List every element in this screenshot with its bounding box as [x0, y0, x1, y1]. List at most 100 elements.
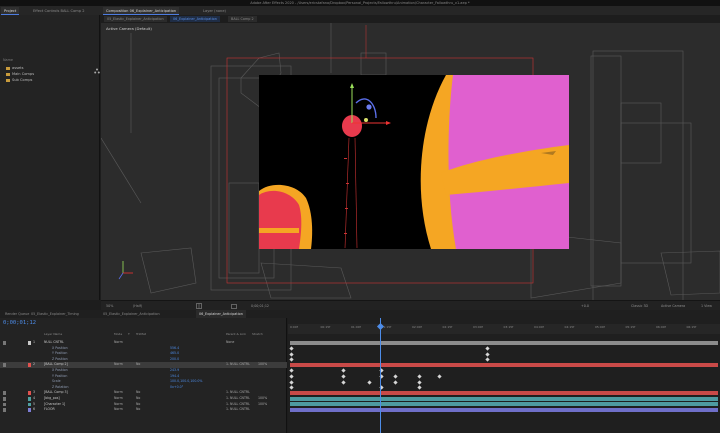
renderer-dropdown[interactable]: Classic 3D — [631, 303, 648, 309]
composition-viewer[interactable]: Active Camera (Default) — [101, 23, 720, 300]
column-stretch[interactable]: Stretch — [252, 332, 263, 336]
column-t: T — [128, 332, 130, 336]
camera-dropdown[interactable]: Active Camera — [661, 303, 685, 309]
subtab-ball-comp[interactable]: BALL Comp 2 — [228, 16, 257, 22]
resolution-dropdown[interactable]: (Half) — [133, 303, 142, 309]
ruler-tick: 00:15f — [320, 325, 331, 329]
tab-elastic-anticipation[interactable]: 05_Elastic_Explainer_Anticipation — [100, 310, 163, 318]
eye-icon[interactable] — [3, 397, 6, 401]
timeline-tracks[interactable]: 0:00f 00:15f 01:00f 01:15f 02:00f 02:15f 03:00… — [288, 318, 720, 433]
current-timecode[interactable]: 0;00;01;12 — [3, 320, 36, 326]
ruler-tick: 03:15f — [503, 325, 514, 329]
label-color-chip[interactable] — [28, 397, 31, 401]
eye-icon[interactable] — [3, 341, 6, 345]
keyframe[interactable] — [341, 379, 346, 385]
ruler-tick: 04:15f — [564, 325, 575, 329]
layer-duration-bar[interactable] — [290, 396, 718, 401]
project-column-name[interactable]: Name — [3, 58, 13, 62]
keyframe[interactable] — [289, 351, 294, 357]
tab-composition[interactable]: Composition 06_Explainer_Anticipation — [103, 7, 180, 15]
keyframe[interactable] — [289, 368, 294, 373]
project-item-main-comps[interactable]: Main Comps — [6, 72, 34, 76]
keyframe[interactable] — [417, 385, 422, 390]
ruler-tick: 06:00f — [656, 325, 666, 329]
keyframe[interactable] — [437, 374, 442, 379]
label-color-chip[interactable] — [28, 402, 31, 407]
column-parent[interactable]: Parent & Link — [226, 332, 246, 336]
layer-row[interactable]: 6 FLOOR Norm No 1. NULL CNTRL — [0, 407, 287, 413]
exposure-value[interactable]: +0.0 — [581, 303, 589, 309]
keyframe[interactable] — [393, 379, 398, 385]
layer-duration-bar[interactable] — [290, 363, 718, 368]
snapshot-icon[interactable] — [231, 303, 237, 309]
playhead[interactable] — [380, 318, 381, 433]
layer-duration-bar[interactable] — [290, 402, 718, 407]
keyframe[interactable] — [367, 379, 372, 385]
time-ruler[interactable]: 0:00f 00:15f 01:00f 01:15f 02:00f 02:15f 03:00… — [288, 324, 720, 334]
keyframe[interactable] — [485, 346, 490, 351]
axis-widget — [118, 261, 133, 280]
hierarchy-icon[interactable] — [94, 68, 100, 74]
keyframe[interactable] — [289, 346, 294, 351]
ruler-tick: 0:00f — [290, 325, 298, 329]
keyframe[interactable] — [289, 357, 294, 362]
keyframe[interactable] — [485, 351, 490, 357]
keyframe[interactable] — [417, 379, 422, 385]
tab-layer[interactable]: Layer (none) — [200, 7, 229, 15]
layer-number: 6 — [33, 407, 36, 412]
eye-icon[interactable] — [3, 402, 6, 407]
project-item-assets[interactable]: assets — [6, 66, 23, 70]
column-mode[interactable]: Mode — [114, 332, 122, 336]
folder-icon — [6, 78, 10, 82]
layer-duration-bar[interactable] — [290, 408, 718, 412]
keyframe[interactable] — [485, 357, 490, 362]
layer-duration-bar[interactable] — [290, 340, 718, 345]
layer-panel: 0;00;01;12 Layer Name Mode T TrkMat Pare… — [0, 318, 287, 433]
tab-project[interactable]: Project — [1, 7, 20, 15]
parent-dropdown[interactable]: 1. NULL CNTRL — [226, 407, 250, 413]
eye-icon[interactable] — [3, 408, 6, 412]
zoom-dropdown[interactable]: 50% — [106, 303, 113, 309]
mode-dropdown[interactable]: Norm — [114, 407, 123, 413]
column-layer-name[interactable]: Layer Name — [44, 332, 62, 336]
trkmat-dropdown[interactable]: No — [136, 407, 140, 413]
ruler-tick: 05:00f — [595, 325, 605, 329]
ruler-tick: 03:00f — [473, 325, 483, 329]
subtab-elastic[interactable]: 05_Elastic_Explainer_Anticipation — [104, 16, 167, 22]
eye-icon[interactable] — [3, 363, 6, 367]
viewer-controls-bar: 50% (Half) 0;00;01;12 +0.0 Classic 3D Ac… — [101, 300, 720, 310]
viewer-timecode[interactable]: 0;00;01;12 — [251, 303, 269, 309]
keyframe[interactable] — [393, 374, 398, 379]
tab-elastic-timing[interactable]: 05_Elastic_Explainer_Timing — [28, 310, 82, 318]
views-dropdown[interactable]: 1 View — [701, 303, 712, 309]
keyframe[interactable] — [341, 374, 346, 379]
tab-effect-controls[interactable]: Effect Controls BALL Comp 2 — [30, 7, 87, 15]
ruler-tick: 06:15f — [686, 325, 697, 329]
layer-duration-bar[interactable] — [290, 391, 718, 396]
project-panel: Name assets Main Comps Sub Comps — [0, 15, 100, 300]
label-color-chip[interactable] — [28, 363, 31, 367]
ruler-tick: 02:00f — [412, 325, 422, 329]
keyframe[interactable] — [341, 368, 346, 373]
ruler-tick: 02:15f — [442, 325, 453, 329]
viewer-canvas[interactable] — [101, 23, 720, 300]
column-trkmat[interactable]: TrkMat — [136, 332, 146, 336]
ruler-tick: 05:15f — [625, 325, 636, 329]
keyframe[interactable] — [417, 374, 422, 379]
label-color-chip[interactable] — [28, 408, 31, 412]
keyframe[interactable] — [289, 374, 294, 379]
eye-icon[interactable] — [3, 391, 6, 395]
ruler-tick: 01:00f — [351, 325, 361, 329]
project-item-sub-comps[interactable]: Sub Comps — [6, 78, 32, 82]
layer-name[interactable]: FLOOR — [44, 407, 55, 413]
label-color-chip[interactable] — [28, 391, 31, 395]
tab-explainer-anticipation[interactable]: 06_Explainer_Anticipation — [196, 310, 246, 318]
timeline-tabs: Render Queue 05_Elastic_Explainer_Timing… — [0, 310, 720, 318]
folder-icon — [6, 66, 10, 70]
keyframe[interactable] — [289, 379, 294, 385]
label-color-chip[interactable] — [28, 341, 31, 345]
grid-icon[interactable] — [196, 303, 202, 309]
subtab-anticipation[interactable]: 06_Explainer_Anticipation — [170, 16, 220, 22]
keyframe[interactable] — [289, 385, 294, 390]
ruler-tick: 04:00f — [534, 325, 544, 329]
